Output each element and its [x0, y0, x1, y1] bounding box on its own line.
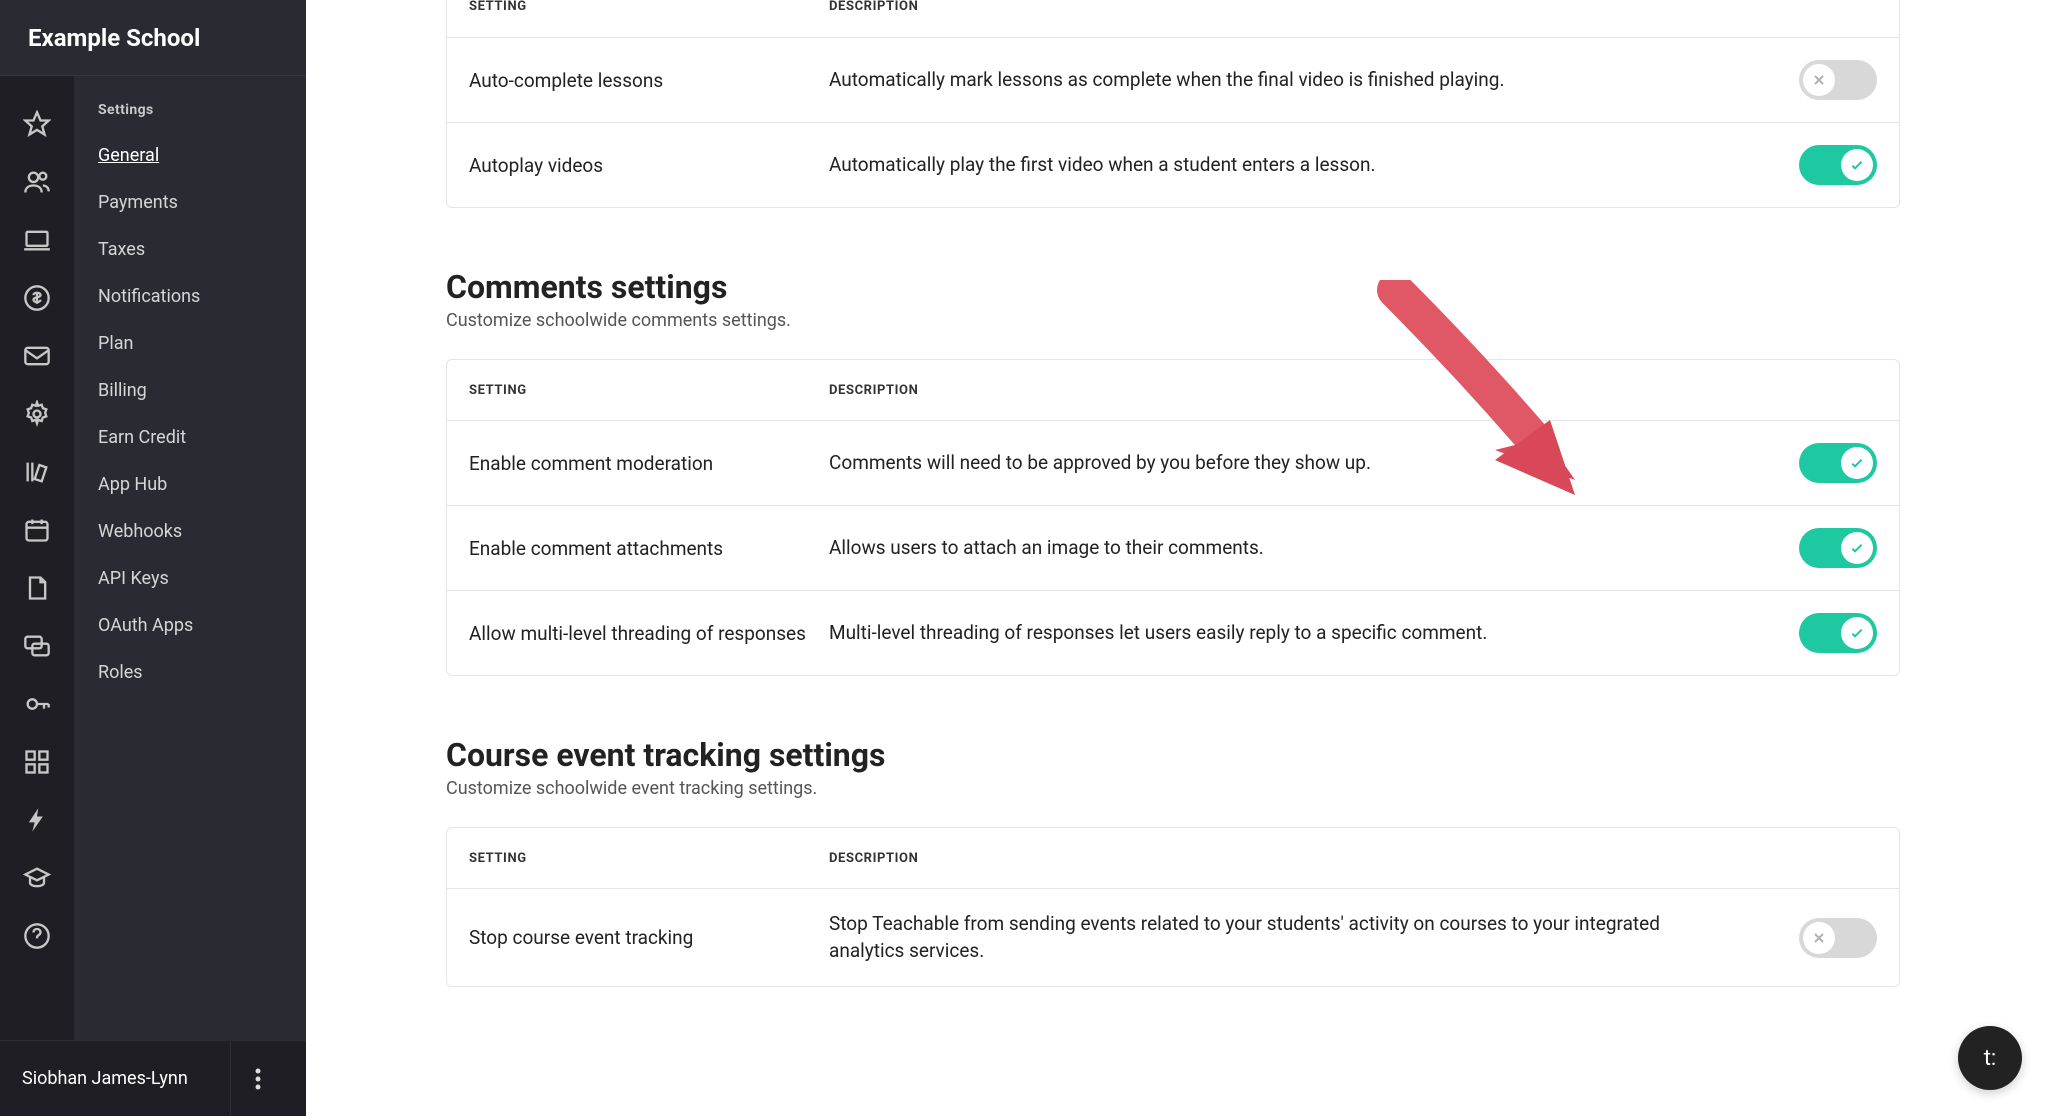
main-content: SETTING DESCRIPTION Auto-complete lesson… — [306, 0, 2048, 1116]
sidebar-item-plan[interactable]: Plan — [74, 320, 306, 367]
dollar-icon[interactable] — [0, 272, 74, 324]
setting-row-autocomplete: Auto-complete lessons Automatically mark… — [447, 37, 1899, 122]
chat-icon[interactable] — [0, 620, 74, 672]
mail-icon[interactable] — [0, 330, 74, 382]
sidebar-item-webhooks[interactable]: Webhooks — [74, 508, 306, 555]
setting-name: Stop course event tracking — [469, 926, 829, 949]
sidebar-item-roles[interactable]: Roles — [74, 649, 306, 696]
toggle-multi-level-threading[interactable] — [1799, 613, 1877, 653]
setting-row-stop-tracking: Stop course event tracking Stop Teachabl… — [447, 888, 1899, 986]
help-icon[interactable] — [0, 910, 74, 962]
sidebar-item-billing[interactable]: Billing — [74, 367, 306, 414]
toggle-stop-tracking[interactable] — [1799, 918, 1877, 958]
tracking-settings-table: SETTING DESCRIPTION Stop course event tr… — [446, 827, 1900, 987]
setting-description: Multi-level threading of responses let u… — [829, 620, 1777, 647]
column-header-description: DESCRIPTION — [829, 0, 1777, 14]
sidebar-item-general[interactable]: General — [74, 132, 306, 179]
sidebar-item-api-keys[interactable]: API Keys — [74, 555, 306, 602]
setting-name: Enable comment moderation — [469, 452, 829, 475]
setting-name: Allow multi-level threading of responses — [469, 622, 829, 645]
sidebar-item-notifications[interactable]: Notifications — [74, 273, 306, 320]
section-subtitle: Customize schoolwide event tracking sett… — [446, 778, 1968, 799]
setting-name: Auto-complete lessons — [469, 69, 829, 92]
toggle-comment-attachments[interactable] — [1799, 528, 1877, 568]
setting-row-threading: Allow multi-level threading of responses… — [447, 590, 1899, 675]
laptop-icon[interactable] — [0, 214, 74, 266]
column-header-setting: SETTING — [469, 383, 829, 398]
toggle-autocomplete-lessons[interactable] — [1799, 60, 1877, 100]
user-footer: Siobhan James-Lynn — [0, 1040, 306, 1116]
toggle-autoplay-videos[interactable] — [1799, 145, 1877, 185]
setting-description: Allows users to attach an image to their… — [829, 535, 1777, 562]
calendar-icon[interactable] — [0, 504, 74, 556]
sidebar-heading: Settings — [74, 76, 306, 132]
section-title: Course event tracking settings — [446, 736, 1968, 774]
icon-rail — [0, 0, 74, 1116]
books-icon[interactable] — [0, 446, 74, 498]
setting-description: Stop Teachable from sending events relat… — [829, 911, 1777, 964]
setting-description: Automatically mark lessons as complete w… — [829, 67, 1777, 94]
star-icon[interactable] — [0, 98, 74, 150]
section-title: Comments settings — [446, 268, 1968, 306]
bolt-icon[interactable] — [0, 794, 74, 846]
key-icon[interactable] — [0, 678, 74, 730]
setting-description: Automatically play the first video when … — [829, 152, 1777, 179]
graduation-icon[interactable] — [0, 852, 74, 904]
tracking-section: Course event tracking settings Customize… — [446, 736, 1968, 987]
setting-name: Autoplay videos — [469, 154, 829, 177]
column-header-setting: SETTING — [469, 0, 829, 14]
lesson-settings-table: SETTING DESCRIPTION Auto-complete lesson… — [446, 0, 1900, 208]
column-header-description: DESCRIPTION — [829, 383, 1777, 398]
page-icon[interactable] — [0, 562, 74, 614]
gear-icon[interactable] — [0, 388, 74, 440]
user-menu-button[interactable] — [230, 1041, 284, 1117]
sidebar-item-payments[interactable]: Payments — [74, 179, 306, 226]
toggle-comment-moderation[interactable] — [1799, 443, 1877, 483]
sidebar-item-earn-credit[interactable]: Earn Credit — [74, 414, 306, 461]
sidebar-item-taxes[interactable]: Taxes — [74, 226, 306, 273]
setting-description: Comments will need to be approved by you… — [829, 450, 1777, 477]
sidebar-item-oauth-apps[interactable]: OAuth Apps — [74, 602, 306, 649]
setting-row-autoplay: Autoplay videos Automatically play the f… — [447, 122, 1899, 207]
setting-row-attachments: Enable comment attachments Allows users … — [447, 505, 1899, 590]
setting-row-moderation: Enable comment moderation Comments will … — [447, 420, 1899, 505]
school-name: Example School — [0, 0, 306, 76]
comments-settings-table: SETTING DESCRIPTION Enable comment moder… — [446, 359, 1900, 676]
column-header-description: DESCRIPTION — [829, 851, 1777, 866]
sidebar-item-app-hub[interactable]: App Hub — [74, 461, 306, 508]
setting-name: Enable comment attachments — [469, 537, 829, 560]
sidebar: Example School Settings General Payments… — [74, 0, 306, 1116]
apps-icon[interactable] — [0, 736, 74, 788]
user-name: Siobhan James-Lynn — [22, 1068, 188, 1089]
column-header-setting: SETTING — [469, 851, 829, 866]
comments-section: Comments settings Customize schoolwide c… — [446, 268, 1968, 676]
users-icon[interactable] — [0, 156, 74, 208]
help-chat-button[interactable]: t: — [1958, 1026, 2022, 1090]
section-subtitle: Customize schoolwide comments settings. — [446, 310, 1968, 331]
